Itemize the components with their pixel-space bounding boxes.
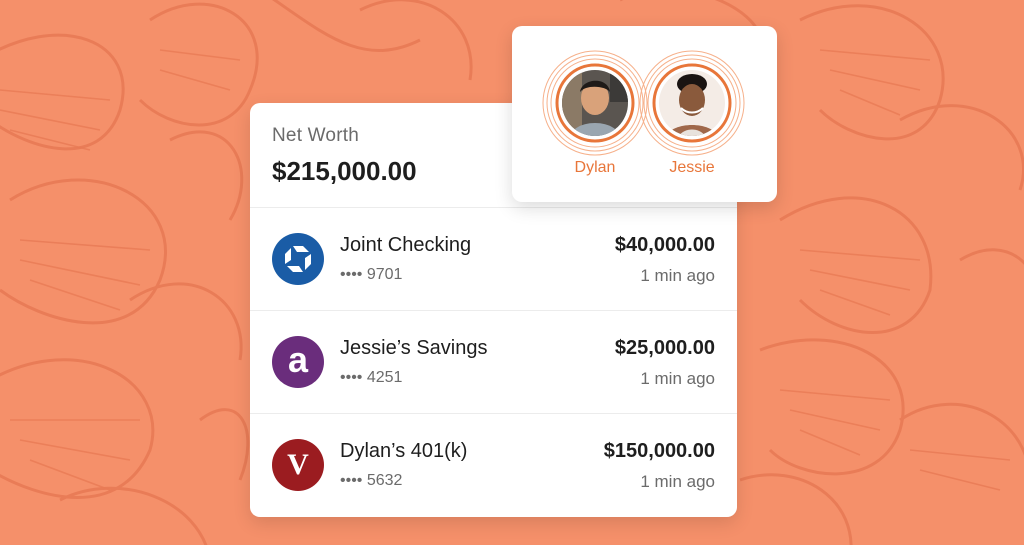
account-balance: $25,000.00 [614, 337, 715, 359]
net-worth-label: Net Worth [272, 125, 359, 146]
person-name: Dylan [574, 159, 616, 176]
account-number-mask: •••• 9701 [340, 266, 403, 283]
account-balance: $40,000.00 [614, 234, 715, 256]
person-name: Jessie [669, 159, 715, 176]
account-updated-time: 1 min ago [640, 369, 715, 388]
account-row-joint-checking[interactable]: Joint Checking •••• 9701 $40,000.00 1 mi… [250, 207, 737, 310]
account-name: Jessie’s Savings [340, 337, 488, 359]
net-worth-value: $215,000.00 [272, 156, 417, 186]
avatar-woman-photo [639, 50, 745, 156]
net-worth-header: Net Worth $215,000.00 [272, 125, 417, 187]
ally-logo-letter: a [287, 339, 309, 380]
person-jessie[interactable]: Jessie [637, 26, 747, 202]
account-balance: $150,000.00 [603, 440, 715, 462]
person-dylan[interactable]: Dylan [540, 26, 650, 202]
account-row-jessies-savings[interactable]: a Jessie’s Savings •••• 4251 $25,000.00 … [250, 310, 737, 413]
account-updated-time: 1 min ago [640, 266, 715, 285]
account-updated-time: 1 min ago [640, 472, 715, 491]
shared-people-card: Dylan Jessie [512, 26, 777, 202]
account-name: Dylan’s 401(k) [340, 440, 468, 462]
avatar-man-photo [542, 50, 648, 156]
chase-logo-icon [272, 233, 324, 285]
vanguard-logo-icon: V [272, 439, 324, 491]
account-number-mask: •••• 5632 [340, 472, 403, 489]
vanguard-logo-letter: V [287, 448, 309, 481]
account-number-mask: •••• 4251 [340, 369, 403, 386]
account-row-dylans-401k[interactable]: V Dylan’s 401(k) •••• 5632 $150,000.00 1… [250, 413, 737, 516]
ally-logo-icon: a [272, 336, 324, 388]
account-name: Joint Checking [340, 234, 472, 256]
